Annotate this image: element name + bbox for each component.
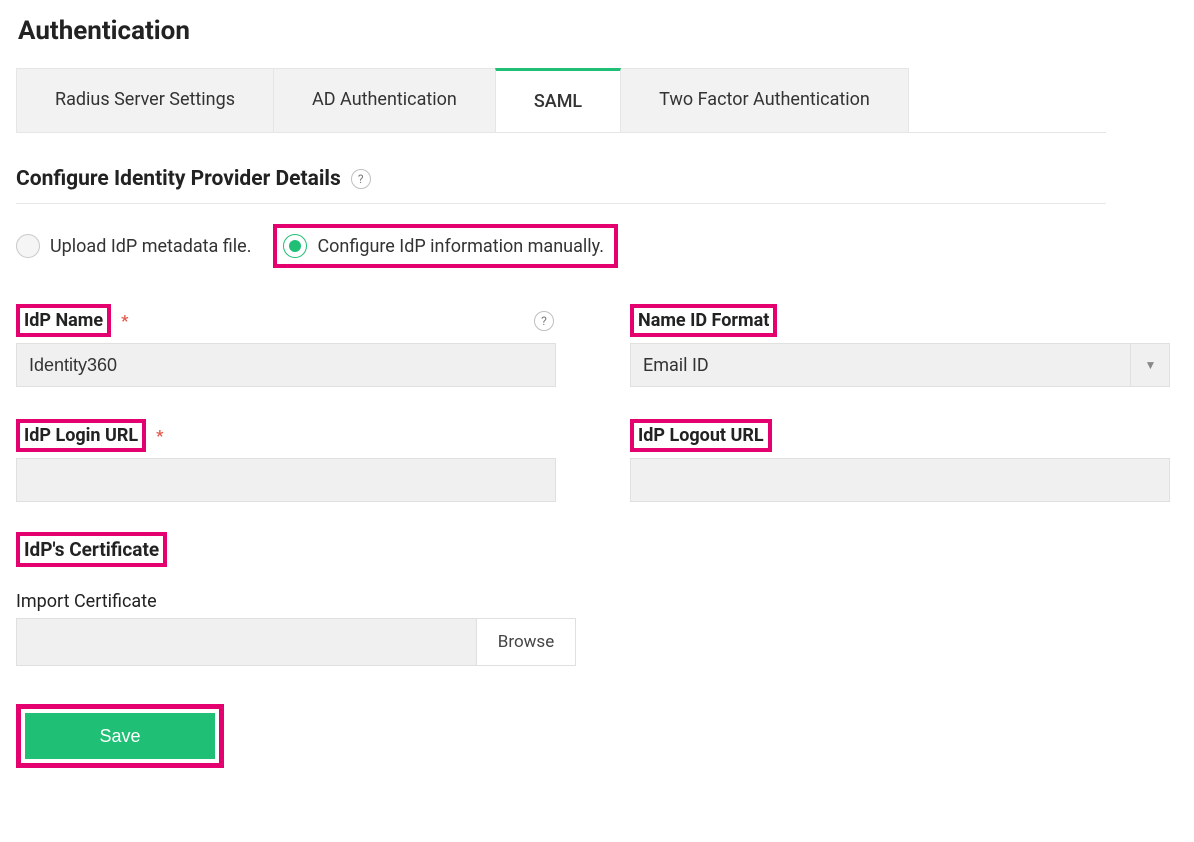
name-id-format-select[interactable]: Email ID ▼ (630, 343, 1170, 387)
field-idp-logout-url: IdP Logout URL (630, 419, 1190, 502)
certificate-file-input[interactable] (16, 618, 476, 666)
page-title: Authentication (16, 16, 1178, 46)
name-id-format-value: Email ID (630, 343, 1170, 387)
field-name-id-format: Name ID Format Email ID ▼ (630, 304, 1190, 387)
idp-logout-url-input[interactable] (630, 458, 1170, 502)
idp-config-mode-radio-group: Upload IdP metadata file. Configure IdP … (16, 224, 1178, 268)
browse-button[interactable]: Browse (476, 618, 576, 666)
required-mark: * (121, 311, 128, 330)
field-idp-login-url: IdP Login URL * (16, 419, 576, 502)
save-button[interactable]: Save (25, 713, 215, 759)
help-icon[interactable]: ? (351, 169, 371, 189)
radio-manual-label: Configure IdP information manually. (317, 236, 604, 257)
highlight-box: IdP's Certificate (16, 532, 167, 567)
highlight-box: IdP Name (16, 304, 111, 337)
name-id-format-label: Name ID Format (638, 310, 769, 331)
idp-name-input[interactable] (16, 343, 556, 387)
form-grid: IdP Name * ? Name ID Format Email ID ▼ I… (16, 304, 1178, 502)
field-idp-name: IdP Name * ? (16, 304, 576, 387)
section-header: Configure Identity Provider Details ? (16, 167, 1106, 204)
highlight-box: Configure IdP information manually. (273, 224, 618, 268)
tabs: Radius Server Settings AD Authentication… (16, 68, 1106, 133)
highlight-box: Name ID Format (630, 304, 777, 337)
section-title: Configure Identity Provider Details (16, 167, 341, 191)
highlight-box: Save (16, 704, 224, 768)
tab-radius-server-settings[interactable]: Radius Server Settings (16, 68, 274, 132)
radio-upload-metadata[interactable]: Upload IdP metadata file. (16, 234, 251, 258)
radio-dot-icon (289, 240, 301, 252)
help-icon[interactable]: ? (534, 311, 554, 331)
required-mark: * (156, 426, 163, 445)
radio-indicator-unselected (16, 234, 40, 258)
idp-login-url-label: IdP Login URL (24, 425, 138, 446)
highlight-box: IdP Logout URL (630, 419, 772, 452)
import-certificate-label: Import Certificate (16, 591, 1178, 612)
chevron-down-icon: ▼ (1130, 343, 1170, 387)
idp-logout-url-label: IdP Logout URL (638, 425, 764, 446)
highlight-box: IdP Login URL (16, 419, 146, 452)
tab-two-factor-authentication[interactable]: Two Factor Authentication (620, 68, 909, 132)
idp-login-url-input[interactable] (16, 458, 556, 502)
radio-upload-label: Upload IdP metadata file. (50, 236, 251, 257)
import-certificate-row: Browse (16, 618, 576, 666)
radio-configure-manually[interactable]: Configure IdP information manually. (283, 234, 604, 258)
certificate-section-title: IdP's Certificate (24, 538, 159, 561)
tab-ad-authentication[interactable]: AD Authentication (273, 68, 496, 132)
certificate-section: IdP's Certificate Import Certificate Bro… (16, 532, 1178, 666)
radio-indicator-selected (283, 234, 307, 258)
idp-name-label: IdP Name (24, 310, 103, 331)
tab-saml[interactable]: SAML (495, 68, 621, 132)
